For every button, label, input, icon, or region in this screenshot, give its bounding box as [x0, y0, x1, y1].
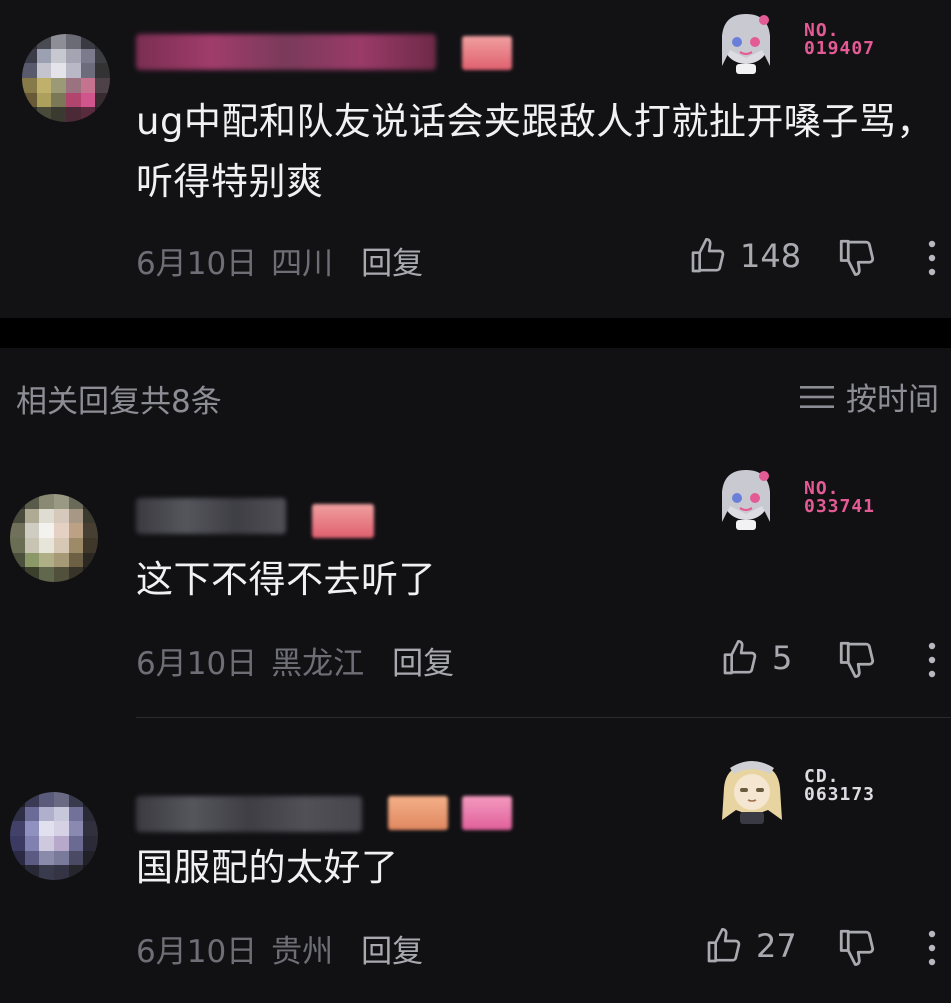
reply-date: 6月10日: [136, 646, 258, 682]
thumbs-up-icon: [691, 238, 725, 273]
avatar[interactable]: [10, 792, 98, 880]
avatar[interactable]: [22, 34, 110, 122]
more-options-icon[interactable]: [924, 238, 940, 278]
comment-date: 6月10日: [136, 246, 258, 282]
sticker-code-number: 033741: [804, 496, 876, 517]
like-count: 27: [756, 927, 797, 965]
like-button[interactable]: 5: [720, 638, 792, 678]
like-button[interactable]: 27: [704, 926, 797, 966]
anime-girl-sticker-icon: [722, 470, 770, 530]
reply-button[interactable]: 回复: [361, 246, 423, 282]
blonde-girl-sticker-icon: [722, 761, 782, 824]
comment-text: ug中配和队友说话会夹跟敌人打就扯开嗓子骂，听得特别爽: [136, 100, 934, 203]
sticker-code: NO. 019407: [804, 22, 875, 58]
section-separator: [0, 318, 951, 348]
reply-location: 贵州: [271, 934, 334, 970]
reply-meta: 6月10日 贵州 回复: [136, 926, 423, 971]
reply-divider: [136, 717, 951, 718]
user-badge: [462, 36, 512, 70]
more-options-icon[interactable]: [924, 640, 940, 680]
comment-location: 四川: [271, 246, 334, 282]
username-blurred[interactable]: [136, 796, 362, 832]
thumbs-up-icon: [707, 928, 741, 963]
sticker-code: CD. 063173: [804, 768, 875, 804]
thumbs-down-icon[interactable]: [836, 236, 878, 278]
thumbs-down-icon[interactable]: [836, 926, 878, 968]
thumbs-up-icon: [723, 640, 757, 675]
username-blurred[interactable]: [136, 498, 286, 534]
replies-count-title: 相关回复共8条: [16, 384, 222, 420]
sticker-code: NO. 033741: [804, 480, 875, 516]
sort-control[interactable]: 按时间: [800, 374, 939, 419]
user-badge: [388, 796, 448, 830]
user-badge: [462, 796, 512, 830]
reply-button[interactable]: 回复: [392, 646, 454, 682]
sticker-code-number: 019407: [804, 38, 876, 59]
reply-location: 黑龙江: [271, 646, 365, 682]
sticker-code-number: 063173: [804, 784, 876, 805]
menu-lines-icon: [800, 385, 834, 408]
reply-button[interactable]: 回复: [361, 934, 423, 970]
reply-meta: 6月10日 黑龙江 回复: [136, 638, 454, 683]
like-count: 148: [740, 237, 802, 275]
reply-text: 国服配的太好了: [136, 846, 399, 889]
like-count: 5: [772, 639, 793, 677]
reply-date: 6月10日: [136, 934, 258, 970]
more-options-icon[interactable]: [924, 928, 940, 968]
like-button[interactable]: 148: [688, 236, 801, 276]
sort-label: 按时间: [846, 382, 939, 418]
reply-text: 这下不得不去听了: [136, 558, 436, 601]
username-blurred[interactable]: [136, 34, 436, 70]
user-badge: [312, 504, 374, 538]
comment-meta: 6月10日 四川 回复: [136, 238, 423, 283]
avatar[interactable]: [10, 494, 98, 582]
anime-girl-sticker-icon: [722, 14, 770, 74]
thumbs-down-icon[interactable]: [836, 638, 878, 680]
